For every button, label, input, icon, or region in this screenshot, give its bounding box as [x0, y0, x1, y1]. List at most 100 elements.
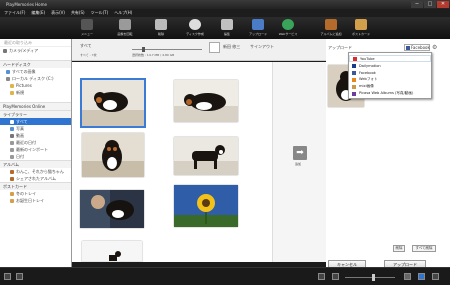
dropdown-item-picasa[interactable]: Picasa Web Albums (写真/動画) — [349, 90, 431, 97]
globe-icon — [282, 19, 294, 30]
thumbnail-puppy[interactable] — [82, 133, 144, 177]
camera-icon — [3, 48, 7, 53]
fullscreen-icon[interactable] — [432, 273, 439, 280]
thumbnail-view-icon[interactable] — [418, 273, 425, 280]
app-window: PlayMemories Home ─ □ ✕ ファイル(F) 編集(E) 表示… — [0, 0, 450, 285]
list-view-icon[interactable] — [404, 273, 411, 280]
postcard-icon — [10, 191, 14, 196]
delete-all-button[interactable]: すべて削除 — [412, 245, 436, 252]
sidebar-item-label: わんこ、それから猫ちゃん — [16, 169, 64, 174]
avatar — [209, 42, 220, 53]
sidebar-item-album[interactable]: わんこ、それから猫ちゃん — [0, 168, 71, 175]
toolbar-rotate-button[interactable]: 画像を回転 — [110, 19, 140, 38]
thumbnail-dog-2[interactable] — [174, 80, 238, 122]
menu-tools[interactable]: ツール(T) — [91, 10, 109, 16]
sidebar-item-pictures[interactable]: Pictures — [0, 82, 71, 89]
sidebar-item-library-all[interactable]: すべて — [0, 118, 71, 125]
dropdown-item-label: YouTube — [360, 56, 375, 61]
toolbar-edit-button[interactable]: 編集 — [212, 19, 242, 38]
dropdown-item-mixi[interactable]: mixi画像 — [349, 83, 431, 90]
add-column: ➡ 追加 — [272, 62, 326, 262]
thumbnail-person-dog[interactable] — [80, 190, 144, 228]
grid-icon — [10, 119, 14, 124]
sidebar-item-new[interactable]: 新規 — [0, 89, 71, 96]
sidebar-item-label: Pictures — [16, 83, 32, 88]
upload-icon — [252, 19, 264, 30]
calendar-icon — [10, 140, 14, 145]
menu-share[interactable]: 共有(S) — [71, 10, 85, 16]
sidebar-item-videos[interactable]: 動画 — [0, 132, 71, 139]
content-count: すべて - 7枚 — [80, 53, 97, 57]
sidebar-item-date[interactable]: 日付 — [0, 153, 71, 160]
zoom-slider[interactable] — [345, 277, 395, 278]
size-slider-handle[interactable] — [142, 47, 145, 52]
sidebar-item-photos[interactable]: 写真 — [0, 125, 71, 132]
sidebar-item-label: 最近の日付 — [16, 140, 36, 145]
sidebar-item-label: 新規 — [16, 90, 24, 95]
storage-stats: 選択枚数 : 14.7 MB / 4.80 GB — [132, 53, 175, 57]
import-icon — [10, 147, 14, 152]
dropdown-item-facebook[interactable]: Facebook — [349, 69, 431, 76]
sidebar-item-label: すべての画像 — [12, 69, 36, 74]
delete-button[interactable]: 削除 — [393, 245, 405, 252]
mixi-icon — [352, 84, 356, 89]
sidebar-item-label: シェアされたアルバム — [16, 176, 56, 181]
sidebar-section-album[interactable]: アルバム — [0, 160, 71, 168]
toolbar-menu-button[interactable]: メニュー — [72, 19, 102, 38]
thumbnail-snow-dog[interactable] — [82, 241, 142, 262]
sidebar-item-postcard-winter[interactable]: 冬のトレイ — [0, 190, 71, 197]
toolbar-postcard-button[interactable]: ポストカード — [346, 19, 376, 38]
zoom-slider-handle[interactable] — [372, 274, 375, 281]
toolbar-delete-button[interactable]: 削除 — [146, 19, 176, 38]
dropdown-item-dailymotion[interactable]: Dailymotion — [349, 62, 431, 69]
dropdown-item-label: Dailymotion — [359, 63, 381, 68]
dropdown-item-webphoto[interactable]: Webフォト — [349, 76, 431, 83]
sidebar-item-label: カメラ/メディア — [9, 48, 39, 53]
sidebar-item-local-disk[interactable]: ローカル ディスク (C:) — [0, 75, 71, 82]
service-select[interactable]: Facebook — [404, 44, 430, 51]
gear-icon[interactable]: ⚙ — [432, 44, 437, 51]
video-icon[interactable] — [318, 273, 325, 280]
menu-view[interactable]: 表示(V) — [51, 10, 65, 16]
add-to-upload-button[interactable]: ➡ — [293, 146, 307, 160]
thumbnail-grid — [72, 62, 272, 262]
youtube-icon — [353, 56, 357, 61]
sidebar-item-label: お誕生日トレイ — [16, 198, 44, 203]
toolbar: メニュー 画像を回転 削除 ディスク作成 編集 アップロード Webサービス ア… — [0, 17, 450, 39]
arrow-right-icon: ➡ — [296, 148, 304, 158]
menu-file[interactable]: ファイル(F) — [4, 10, 25, 16]
signout-link[interactable]: サインアウト — [250, 44, 274, 50]
photo-icon[interactable] — [332, 273, 339, 280]
thumbnail-dog-1[interactable] — [80, 78, 146, 128]
toolbar-add-album-button[interactable]: アルバムに追加 — [316, 19, 346, 38]
sidebar-section-pmo[interactable]: PlayMemories Online — [0, 102, 71, 110]
sidebar-section-library[interactable]: ライブラリー — [0, 110, 71, 118]
view-mode-icon[interactable] — [4, 273, 11, 280]
sidebar-item-recent-date[interactable]: 最近の日付 — [0, 139, 71, 146]
toolbar-label: アップロード — [248, 32, 267, 36]
sidebar-section-hdd[interactable]: ハードディスク — [0, 60, 71, 68]
sidebar-item-all-images[interactable]: すべての画像 — [0, 68, 71, 75]
sidebar-item-latest-import[interactable]: 最新のインポート — [0, 146, 71, 153]
close-button[interactable]: ✕ — [437, 1, 449, 8]
user-name: 新田 修三 — [223, 44, 241, 49]
toolbar-upload-button[interactable]: アップロード — [243, 19, 273, 38]
sidebar-item-camera[interactable]: カメラ/メディア — [0, 47, 71, 54]
sidebar-item-label: 写真 — [16, 126, 24, 131]
menu-help[interactable]: ヘルプ(H) — [114, 10, 132, 16]
sidebar-item-postcard-birthday[interactable]: お誕生日トレイ — [0, 197, 71, 204]
app-title: PlayMemories Home — [6, 2, 47, 7]
toolbar-webservice-button[interactable]: Webサービス — [273, 19, 303, 38]
sidebar-item-label: 日付 — [16, 154, 24, 159]
sidebar-section-postcard[interactable]: ポストカード — [0, 182, 71, 190]
menu-edit[interactable]: 編集(E) — [31, 10, 45, 16]
thumbnail-dog-standing[interactable] — [174, 137, 238, 175]
thumbnail-sunflower[interactable] — [174, 185, 238, 227]
grid-view-icon[interactable] — [16, 273, 23, 280]
maximize-button[interactable]: □ — [424, 1, 436, 8]
sidebar-recent-import[interactable]: 最近の取り込み — [0, 39, 71, 47]
minimize-button[interactable]: ─ — [411, 1, 423, 8]
dropdown-item-youtube[interactable]: YouTube — [349, 55, 431, 62]
sidebar-item-shared-album[interactable]: シェアされたアルバム — [0, 175, 71, 182]
toolbar-disc-button[interactable]: ディスク作成 — [180, 19, 210, 38]
